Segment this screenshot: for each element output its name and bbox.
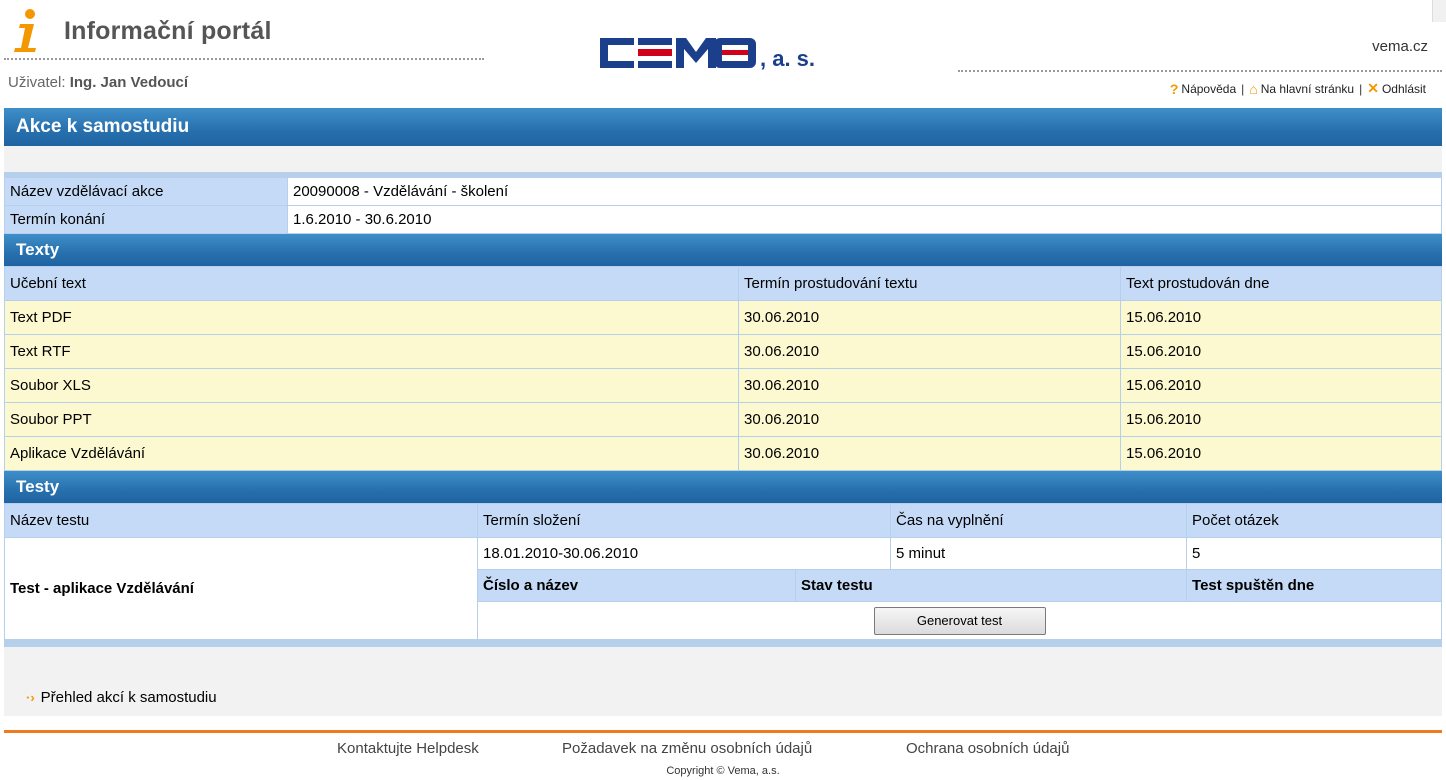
scrollbar[interactable]	[1432, 0, 1446, 22]
portal-title: Informační portál	[64, 17, 272, 45]
study-deadline: 30.06.2010	[738, 436, 1121, 471]
study-deadline: 30.06.2010	[738, 402, 1121, 437]
studied-date: 15.06.2010	[1120, 368, 1442, 403]
divider	[958, 70, 1442, 72]
main-content: Název vzdělávací akce 20090008 - Vzděláv…	[4, 172, 1442, 647]
studied-date: 15.06.2010	[1120, 436, 1442, 471]
column-header: Termín prostudování textu	[738, 266, 1121, 301]
study-deadline: 30.06.2010	[738, 300, 1121, 335]
footer-link-data-change[interactable]: Požadavek na změnu osobních údajů	[562, 740, 812, 757]
back-link-label[interactable]: Přehled akcí k samostudiu	[41, 689, 217, 706]
course-name-label: Název vzdělávací akce	[4, 177, 288, 206]
text-name[interactable]: Text RTF	[4, 334, 739, 369]
home-link[interactable]: Na hlavní stránku	[1261, 82, 1354, 96]
text-name[interactable]: Text PDF	[4, 300, 739, 335]
svg-text:, a. s.: , a. s.	[760, 46, 815, 71]
company-logo: , a. s.	[600, 38, 815, 71]
table-row[interactable]: Text RTF 30.06.2010 15.06.2010	[4, 334, 1442, 369]
test-time: 5 minut	[890, 537, 1188, 570]
copyright: Copyright © Vema, a.s.	[666, 765, 780, 777]
generate-test-button[interactable]: Generovat test	[873, 606, 1046, 635]
column-header: Stav testu	[794, 569, 1188, 602]
arrow-right-icon: ·›	[26, 690, 35, 705]
logout-icon: ✕	[1367, 80, 1379, 96]
studied-date: 15.06.2010	[1120, 402, 1442, 437]
user-name: Ing. Jan Vedoucí	[69, 74, 189, 91]
info-icon	[14, 9, 36, 52]
table-row[interactable]: Soubor PPT 30.06.2010 15.06.2010	[4, 402, 1442, 437]
user-info: Uživatel: Ing. Jan Vedoucí	[8, 74, 188, 91]
test-questions: 5	[1186, 537, 1442, 570]
header: Informační portál Uživatel: Ing. Jan Ved…	[0, 0, 1446, 108]
course-name-value: 20090008 - Vzdělávání - školení	[287, 177, 1442, 206]
study-deadline: 30.06.2010	[738, 334, 1121, 369]
table-header-row: Název testu Termín složení Čas na vyplně…	[4, 503, 1442, 538]
footer-link-helpdesk[interactable]: Kontaktujte Helpdesk	[337, 740, 479, 757]
help-link[interactable]: Nápověda	[1181, 82, 1236, 96]
studied-date: 15.06.2010	[1120, 334, 1442, 369]
top-links: ? Nápověda | ⌂ Na hlavní stránku | ✕ Odh…	[1170, 80, 1426, 97]
separator: |	[1241, 81, 1245, 96]
home-icon: ⌂	[1249, 80, 1258, 97]
table-header-row: Učební text Termín prostudování textu Te…	[4, 266, 1442, 301]
table-row: Název vzdělávací akce 20090008 - Vzděláv…	[4, 177, 1442, 206]
text-name[interactable]: Soubor XLS	[4, 368, 739, 403]
text-name[interactable]: Soubor PPT	[4, 402, 739, 437]
column-header: Číslo a název	[477, 569, 796, 602]
column-header: Učební text	[4, 266, 739, 301]
course-date-value: 1.6.2010 - 30.6.2010	[287, 205, 1442, 234]
table-row[interactable]: Aplikace Vzdělávání 30.06.2010 15.06.201…	[4, 436, 1442, 471]
course-info-table: Název vzdělávací akce 20090008 - Vzděláv…	[4, 177, 1442, 234]
column-header: Název testu	[4, 503, 478, 538]
table-row[interactable]: Text PDF 30.06.2010 15.06.2010	[4, 300, 1442, 335]
texts-section-title: Texty	[4, 234, 1442, 266]
column-header: Text prostudován dne	[1120, 266, 1442, 301]
help-icon: ?	[1169, 80, 1179, 97]
tests-section-title: Testy	[4, 471, 1442, 503]
separator: |	[1359, 81, 1363, 96]
divider	[4, 640, 1442, 647]
divider	[4, 58, 484, 60]
column-header: Čas na vyplnění	[890, 503, 1188, 538]
back-link[interactable]: ·› Přehled akcí k samostudiu	[26, 689, 217, 706]
column-header: Počet otázek	[1186, 503, 1442, 538]
studied-date: 15.06.2010	[1120, 300, 1442, 335]
footer-link-privacy[interactable]: Ochrana osobních údajů	[906, 740, 1069, 757]
test-term: 18.01.2010-30.06.2010	[476, 537, 892, 570]
page-title: Akce k samostudiu	[4, 108, 1442, 146]
table-row[interactable]: Soubor XLS 30.06.2010 15.06.2010	[4, 368, 1442, 403]
button-cell: Generovat test	[477, 601, 1442, 640]
table-row: Test - aplikace Vzdělávání 18.01.2010-30…	[4, 537, 1442, 640]
logout-link[interactable]: Odhlásit	[1382, 82, 1426, 96]
test-name: Test - aplikace Vzdělávání	[4, 537, 478, 640]
text-name[interactable]: Aplikace Vzdělávání	[4, 436, 739, 471]
footer-divider	[4, 730, 1442, 733]
course-date-label: Termín konání	[4, 205, 288, 234]
texts-table: Učební text Termín prostudování textu Te…	[4, 266, 1442, 471]
user-label: Uživatel:	[8, 74, 66, 91]
tests-table: Název testu Termín složení Čas na vyplně…	[4, 503, 1442, 640]
table-row: Termín konání 1.6.2010 - 30.6.2010	[4, 205, 1442, 234]
column-header: Test spuštěn dne	[1186, 569, 1442, 602]
column-header: Termín složení	[476, 503, 892, 538]
site-name: vema.cz	[1372, 38, 1428, 55]
study-deadline: 30.06.2010	[738, 368, 1121, 403]
